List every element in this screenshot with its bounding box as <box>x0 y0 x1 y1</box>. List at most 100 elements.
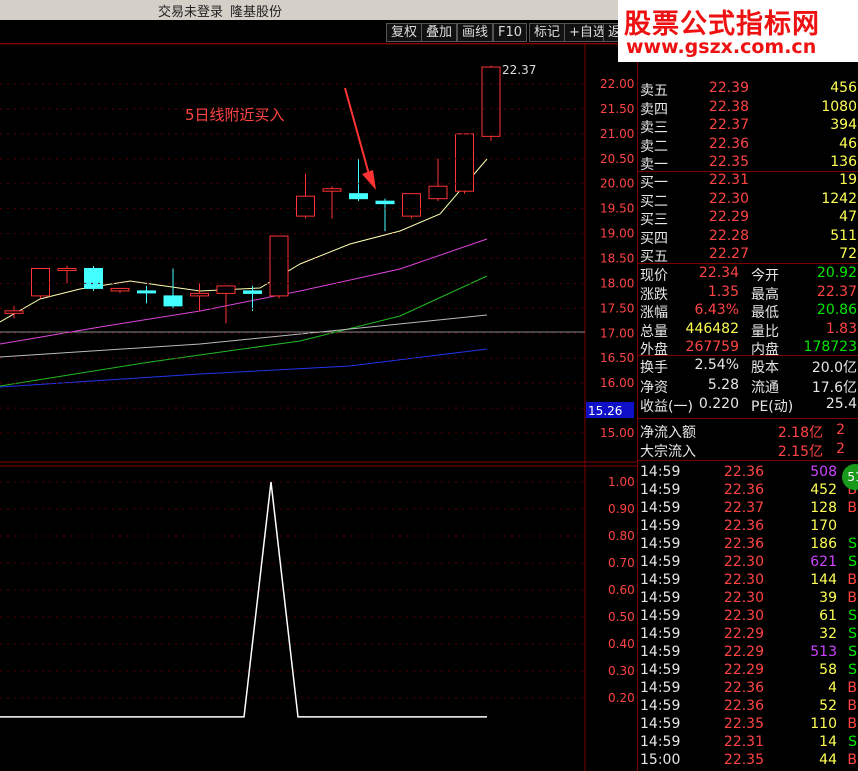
candlestick <box>84 265 103 291</box>
candlestick <box>402 193 421 219</box>
ask-row[interactable]: 卖四 22.38 1080 <box>638 98 858 118</box>
stock-name: 隆基股份 <box>230 5 283 20</box>
tick-row[interactable]: 15:00 22.35 44 B <box>638 752 858 770</box>
mark-button[interactable]: 标记 <box>529 23 566 42</box>
kline-chart[interactable]: 22.00 21.50 21.00 20.50 20.00 19.50 19.00 18.50… <box>0 44 637 771</box>
tick-side: S <box>848 554 857 570</box>
tick-row[interactable]: 14:59 22.29 58 S <box>638 662 858 680</box>
tick-row[interactable]: 14:59 22.36 452 B <box>638 482 858 500</box>
quote-panel: 卖五 22.39 456 卖四 22.38 1080 卖三 22.37 394 卖二 22.36 46… <box>637 62 858 771</box>
tick-row[interactable]: 14:59 22.30 621 S <box>638 554 858 572</box>
tick-volume: 110 <box>810 716 837 732</box>
tick-row[interactable]: 14:59 22.29 513 S <box>638 644 858 662</box>
overlay-button[interactable]: 叠加 <box>421 23 458 42</box>
flow-label: 净流入额 <box>640 425 696 441</box>
tick-time: 14:59 <box>640 464 681 480</box>
tick-row[interactable]: 14:5922.36508B <box>638 464 858 482</box>
price-tick-label: 20.00 <box>600 177 634 191</box>
tick-side: B <box>847 716 857 732</box>
tick-side: S <box>848 734 857 750</box>
draw-line-button[interactable]: 画线 <box>457 23 494 42</box>
bid-row[interactable]: 买四 22.28 511 <box>638 228 858 247</box>
ask-row[interactable]: 卖五 22.39 456 <box>638 80 858 99</box>
candlestick <box>349 158 368 202</box>
candlestick <box>31 267 50 299</box>
bid-price: 22.31 <box>708 172 749 188</box>
high-price-label: 22.37 <box>502 63 536 77</box>
tick-side: B <box>847 500 857 516</box>
stat-row[interactable]: 收益(一) 0.220 PE(动) 25.4 <box>638 396 858 415</box>
tick-price: 22.31 <box>723 734 764 750</box>
flow-row[interactable]: 大宗流入 2.15亿 2 <box>638 441 858 460</box>
tick-price: 22.35 <box>723 716 764 732</box>
tick-row[interactable]: 14:59 22.36 4 B <box>638 680 858 698</box>
bid-volume: 72 <box>839 246 857 262</box>
tick-volume: 52 <box>819 698 837 714</box>
flow-row[interactable]: 净流入额 2.18亿 2 <box>638 422 858 441</box>
tick-time: 14:59 <box>640 626 681 642</box>
stat-label: 涨跌 <box>640 286 668 303</box>
stat-row[interactable]: 总量 446482 量比 1.83 <box>638 320 858 340</box>
tick-side: B <box>847 698 857 714</box>
stat-label: 流通 <box>751 379 779 396</box>
stat-row[interactable]: 换手 2.54% 股本 20.0亿 <box>638 357 858 376</box>
bid-row[interactable]: 买五 22.27 72 <box>638 246 858 265</box>
ask-volume: 1080 <box>821 98 857 115</box>
tick-row[interactable]: 14:59 22.30 144 B <box>638 572 858 590</box>
indicator-line <box>0 481 487 718</box>
tick-row[interactable]: 14:59 22.31 14 S <box>638 734 858 752</box>
ask-row[interactable]: 卖三 22.37 394 <box>638 117 858 136</box>
tick-row[interactable]: 14:59 22.36 52 B <box>638 698 858 716</box>
stat-row[interactable]: 涨幅 6.43% 最低 20.86 <box>638 302 858 321</box>
tick-row[interactable]: 14:59 22.30 39 B <box>638 590 858 608</box>
ask-row[interactable]: 卖二 22.36 46 <box>638 135 858 155</box>
price-tick-label: 16.00 <box>600 376 634 390</box>
f10-button[interactable]: F10 <box>493 23 528 42</box>
tick-volume: 170 <box>810 518 837 534</box>
stat-label: 现价 <box>640 268 668 284</box>
stat-value: 20.92 <box>816 265 857 281</box>
tick-time: 15:00 <box>640 752 681 768</box>
ask-volume: 456 <box>830 80 857 96</box>
bid-price: 22.27 <box>708 246 749 262</box>
bid-row[interactable]: 买二 22.30 1242 <box>638 191 858 210</box>
stat-value: 1.83 <box>825 320 857 337</box>
bid-label: 买二 <box>640 193 668 210</box>
stat-label: 股本 <box>751 360 779 376</box>
ask-row[interactable]: 卖一 22.35 136 <box>638 154 858 173</box>
candlestick <box>481 65 501 141</box>
stat-row[interactable]: 现价 22.34 今开 20.92 <box>638 265 858 284</box>
indicator-tick-label: 0.60 <box>608 583 635 597</box>
stat-label: 净资 <box>640 379 668 396</box>
price-tick-label: 17.50 <box>600 301 634 315</box>
tick-time: 14:59 <box>640 572 681 588</box>
tick-side: S <box>848 662 857 678</box>
current-price-marker: 15.26 <box>586 402 634 418</box>
tick-price: 22.29 <box>723 644 764 660</box>
watermark-url: www.gszx.com.cn <box>626 36 817 58</box>
stat-row[interactable]: 涨跌 1.35 最高 22.37 <box>638 284 858 303</box>
bid-row[interactable]: 买三 22.29 47 <box>638 209 858 228</box>
indicator-tick-label: 0.20 <box>608 691 635 705</box>
stat-value: 6.43% <box>694 302 739 318</box>
tick-row[interactable]: 14:59 22.29 32 S <box>638 626 858 644</box>
tick-row[interactable]: 14:59 22.37 128 B <box>638 500 858 518</box>
ask-volume: 46 <box>839 135 857 152</box>
tick-row[interactable]: 14:59 22.35 110 B <box>638 716 858 734</box>
bid-row[interactable]: 买一 22.31 19 <box>638 172 858 191</box>
tick-time: 14:59 <box>640 680 681 696</box>
price-tick-label: 15.00 <box>600 426 634 440</box>
tick-side: S <box>848 536 857 552</box>
restore-rights-button[interactable]: 复权 <box>386 23 423 42</box>
stat-row[interactable]: 净资 5.28 流通 17.6亿 <box>638 377 858 396</box>
tick-row[interactable]: 14:59 22.36 170 <box>638 518 858 536</box>
tick-row[interactable]: 14:59 22.30 61 S <box>638 608 858 626</box>
stat-label: 总量 <box>640 323 668 340</box>
tick-row[interactable]: 14:59 22.36 186 S <box>638 536 858 554</box>
candlestick <box>190 283 209 311</box>
tick-price: 22.37 <box>723 500 764 516</box>
tick-time: 14:59 <box>640 590 681 606</box>
tick-volume: 621 <box>810 554 837 570</box>
tick-price: 22.36 <box>723 536 764 552</box>
tick-volume: 144 <box>810 572 837 588</box>
